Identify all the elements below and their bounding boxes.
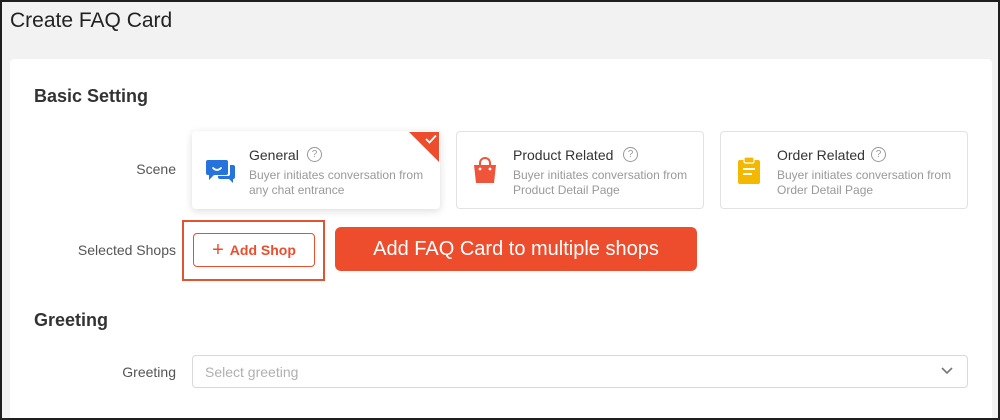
chat-bubbles-icon bbox=[206, 160, 235, 183]
add-shop-label: Add Shop bbox=[229, 242, 296, 258]
scene-title-order-related: Order Related bbox=[777, 147, 865, 163]
scene-title-general: General bbox=[249, 147, 299, 163]
add-shop-button[interactable]: + Add Shop bbox=[193, 233, 315, 267]
shopping-bag-icon bbox=[474, 157, 496, 183]
greeting-select-placeholder: Select greeting bbox=[205, 364, 299, 380]
form-panel: Basic Setting Scene General ? Buyer init… bbox=[10, 59, 992, 418]
plus-icon: + bbox=[212, 239, 224, 261]
tooltip-callout: Add FAQ Card to multiple shops bbox=[335, 227, 697, 271]
scene-description-product-related: Buyer initiates conversation from Produc… bbox=[513, 168, 688, 197]
scene-title-product-related: Product Related bbox=[513, 147, 614, 163]
scene-card-product-related[interactable]: Product Related ? Buyer initiates conver… bbox=[456, 131, 704, 209]
scene-card-order-related[interactable]: Order Related ? Buyer initiates conversa… bbox=[720, 131, 968, 209]
scene-description-order-related: Buyer initiates conversation from Order … bbox=[777, 168, 952, 197]
basic-setting-heading: Basic Setting bbox=[34, 86, 149, 106]
selected-check-icon bbox=[409, 132, 439, 162]
greeting-heading: Greeting bbox=[34, 310, 109, 330]
scene-description-general: Buyer initiates conversation from any ch… bbox=[249, 168, 424, 197]
help-icon[interactable]: ? bbox=[623, 147, 638, 162]
help-icon[interactable]: ? bbox=[307, 147, 322, 162]
scene-card-general[interactable]: General ? Buyer initiates conversation f… bbox=[192, 131, 440, 209]
greeting-select[interactable]: Select greeting bbox=[192, 355, 968, 388]
help-icon[interactable]: ? bbox=[871, 147, 886, 162]
selected-shops-label: Selected Shops bbox=[77, 242, 176, 258]
clipboard-icon bbox=[738, 156, 760, 184]
greeting-label: Greeting bbox=[122, 364, 176, 380]
scene-label: Scene bbox=[136, 161, 176, 177]
create-faq-card-window: Create FAQ Card Basic Setting Scene Gene… bbox=[0, 0, 1000, 420]
page-title: Create FAQ Card bbox=[10, 9, 173, 32]
chevron-down-icon bbox=[941, 367, 953, 375]
